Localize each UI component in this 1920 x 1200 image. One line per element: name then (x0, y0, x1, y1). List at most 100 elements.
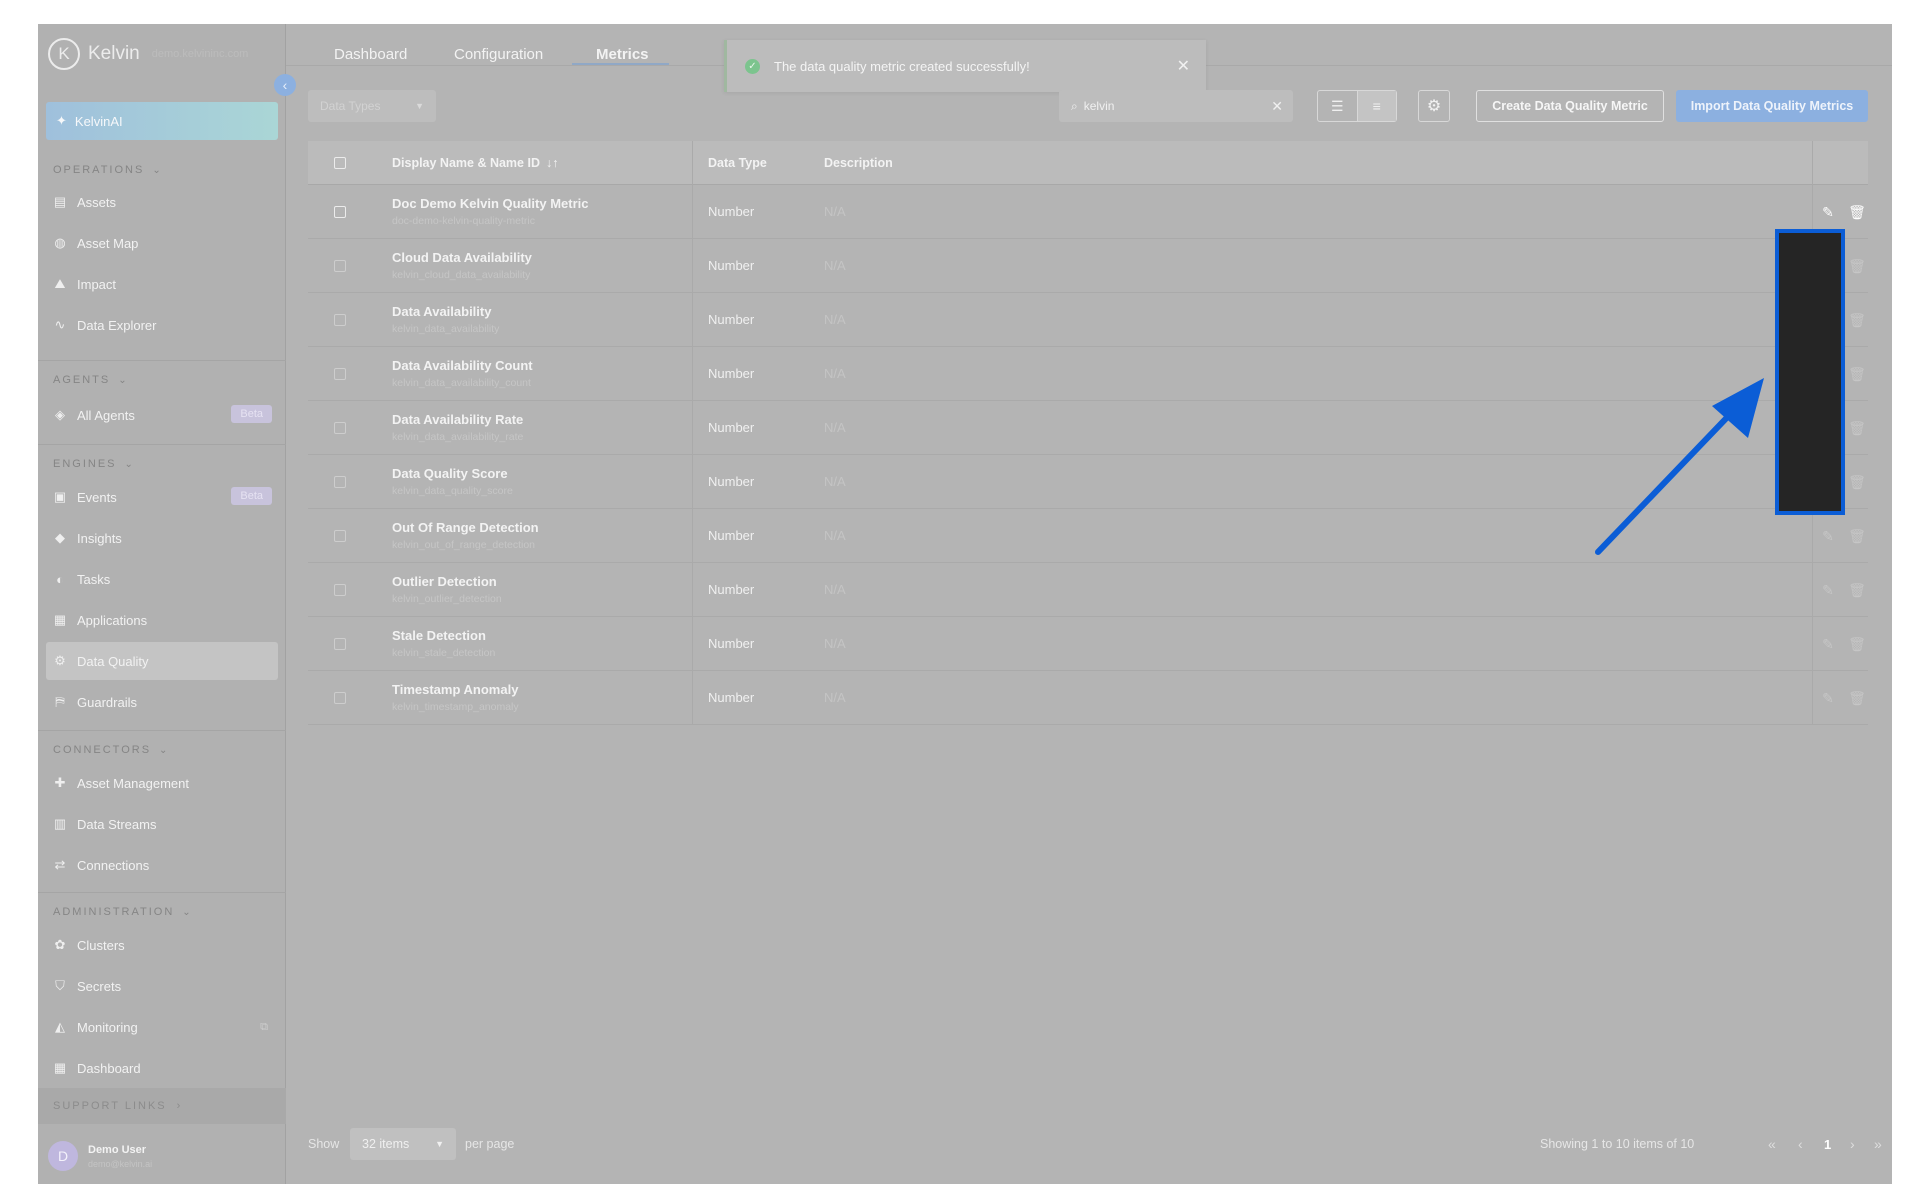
support-links[interactable]: SUPPORT LINKS › (38, 1088, 286, 1124)
sidebar-item-applications[interactable]: ▦ Applications (46, 601, 278, 639)
tab-configuration[interactable]: Configuration (454, 46, 543, 63)
sidebar-item-label: Secrets (77, 978, 122, 994)
import-data-quality-metrics-button[interactable]: Import Data Quality Metrics (1676, 90, 1868, 122)
gear-icon: ⚙ (54, 653, 66, 668)
trash-icon[interactable]: 🗑 (1847, 688, 1867, 708)
table-settings-button[interactable]: ⚙ (1418, 90, 1450, 122)
column-header-name[interactable]: Display Name & Name ID ↓↑ (392, 141, 558, 185)
metric-name-id: kelvin_cloud_data_availability (392, 269, 531, 281)
section-header-operations[interactable]: OPERATIONS ⌄ (38, 160, 286, 180)
metric-description: N/A (824, 690, 846, 705)
tab-dashboard[interactable]: Dashboard (334, 46, 407, 63)
next-page-icon[interactable]: › (1850, 1136, 1855, 1152)
edit-icon[interactable]: ✎ (1818, 202, 1838, 222)
first-page-icon[interactable]: « (1768, 1136, 1776, 1152)
sidebar-item-dashboard[interactable]: ▦ Dashboard (46, 1049, 278, 1087)
edit-icon[interactable]: ✎ (1818, 526, 1838, 546)
sidebar-item-connections[interactable]: ⇄ Connections (46, 846, 278, 884)
sidebar-item-label: Impact (77, 276, 117, 292)
data-types-select[interactable]: Data Types ▼ (308, 90, 436, 122)
sidebar-item-guardrails[interactable]: ⛿ Guardrails (46, 683, 278, 721)
row-checkbox[interactable] (334, 584, 346, 596)
metric-description: N/A (824, 312, 846, 327)
kelvin-ai-button[interactable]: ✦ KelvinAI (46, 102, 278, 140)
metric-data-type: Number (708, 582, 755, 597)
trash-icon[interactable]: 🗑 (1847, 418, 1867, 438)
row-checkbox[interactable] (334, 422, 346, 434)
create-data-quality-metric-button[interactable]: Create Data Quality Metric (1476, 90, 1664, 122)
clear-search-icon[interactable]: ✕ (1271, 98, 1283, 115)
table-row[interactable]: Timestamp Anomaly kelvin_timestamp_anomal… (308, 671, 1868, 725)
metric-data-type: Number (708, 258, 755, 273)
compact-density-icon[interactable]: ☰ (1318, 91, 1357, 121)
sidebar-item-insights[interactable]: ◆ Insights (46, 519, 278, 557)
sidebar-divider (38, 730, 286, 731)
beta-badge: Beta (231, 405, 272, 423)
sidebar-item-secrets[interactable]: ⛉ Secrets (46, 967, 278, 1005)
row-checkbox[interactable] (334, 476, 346, 488)
sidebar-collapse-button[interactable]: ‹ (274, 74, 296, 96)
sidebar-item-clusters[interactable]: ✿ Clusters (46, 926, 278, 964)
column-header-description[interactable]: Description (824, 141, 893, 185)
row-checkbox[interactable] (334, 692, 346, 704)
trash-icon[interactable]: 🗑 (1847, 256, 1867, 276)
sidebar-item-label: Data Quality (77, 653, 149, 669)
search-input[interactable]: ⌕ kelvin ✕ (1059, 90, 1293, 122)
user-profile[interactable]: D Demo User demo@kelvin.ai (38, 1128, 286, 1184)
trash-icon[interactable]: 🗑 (1847, 310, 1867, 330)
edit-icon[interactable]: ✎ (1818, 580, 1838, 600)
sidebar-item-tasks[interactable]: ◐ Tasks (46, 560, 278, 598)
row-checkbox[interactable] (334, 530, 346, 542)
metric-description: N/A (824, 636, 846, 651)
table-row[interactable]: Cloud Data Availability kelvin_cloud_data… (308, 239, 1868, 293)
prev-page-icon[interactable]: ‹ (1798, 1136, 1803, 1152)
user-email: demo@kelvin.ai (88, 1158, 153, 1169)
sidebar-item-data-explorer[interactable]: ∿ Data Explorer (46, 306, 278, 344)
trash-icon[interactable]: 🗑 (1847, 580, 1867, 600)
trash-icon[interactable]: 🗑 (1847, 472, 1867, 492)
edit-icon[interactable]: ✎ (1818, 634, 1838, 654)
check-circle-icon: ✓ (745, 58, 760, 74)
metric-name-cell: Data Availability Rate kelvin_data_availa… (392, 412, 523, 443)
tab-metrics[interactable]: Metrics (596, 46, 649, 63)
sidebar-item-monitoring[interactable]: ◭ Monitoring ⧉ (46, 1008, 278, 1046)
close-icon[interactable]: ✕ (1177, 56, 1190, 76)
section-header-agents[interactable]: AGENTS ⌄ (38, 370, 286, 390)
last-page-icon[interactable]: » (1874, 1136, 1882, 1152)
edit-icon[interactable]: ✎ (1818, 688, 1838, 708)
section-header-connectors[interactable]: CONNECTORS ⌄ (38, 740, 286, 760)
sidebar-item-assets[interactable]: ▤ Assets (46, 183, 278, 221)
trash-icon[interactable]: 🗑 (1847, 634, 1867, 654)
column-header-data-type[interactable]: Data Type (708, 141, 767, 185)
table-row[interactable]: Stale Detection kelvin_stale_detection Num… (308, 617, 1868, 671)
select-all-checkbox[interactable] (334, 157, 346, 169)
row-checkbox[interactable] (334, 206, 346, 218)
sidebar-item-data-quality[interactable]: ⚙ Data Quality (46, 642, 278, 680)
table-row[interactable]: Data Availability kelvin_data_availabilit… (308, 293, 1868, 347)
sidebar: K Kelvin demo.kelvininc.com ✦ KelvinAI O… (38, 24, 286, 1184)
trash-icon[interactable]: 🗑 (1847, 202, 1867, 222)
section-agents: AGENTS ⌄ ◈ All Agents Beta (38, 370, 286, 434)
section-header-engines[interactable]: ENGINES ⌄ (38, 454, 286, 474)
current-page[interactable]: 1 (1824, 1137, 1831, 1152)
column-separator (692, 185, 693, 239)
sidebar-item-impact[interactable]: ⛰ Impact (46, 265, 278, 303)
trash-icon[interactable]: 🗑 (1847, 364, 1867, 384)
trash-icon[interactable]: 🗑 (1847, 526, 1867, 546)
section-header-administration[interactable]: ADMINISTRATION ⌄ (38, 902, 286, 922)
comfortable-density-icon[interactable]: ≡ (1356, 91, 1396, 121)
items-per-page-select[interactable]: 32 items ▼ (350, 1128, 456, 1160)
brand[interactable]: K Kelvin demo.kelvininc.com (48, 38, 248, 70)
row-checkbox[interactable] (334, 638, 346, 650)
metric-name-id: kelvin_outlier_detection (392, 593, 502, 605)
row-checkbox[interactable] (334, 260, 346, 272)
sidebar-item-asset-management[interactable]: ✚ Asset Management (46, 764, 278, 802)
sidebar-item-all-agents[interactable]: ◈ All Agents Beta (46, 396, 278, 434)
row-checkbox[interactable] (334, 368, 346, 380)
table-row[interactable]: Outlier Detection kelvin_outlier_detectio… (308, 563, 1868, 617)
sidebar-item-events[interactable]: ▣ Events Beta (46, 478, 278, 516)
row-checkbox[interactable] (334, 314, 346, 326)
sidebar-item-asset-map[interactable]: ◍ Asset Map (46, 224, 278, 262)
sidebar-item-data-streams[interactable]: ▥ Data Streams (46, 805, 278, 843)
table-row[interactable]: Doc Demo Kelvin Quality Metric doc-demo-k… (308, 185, 1868, 239)
